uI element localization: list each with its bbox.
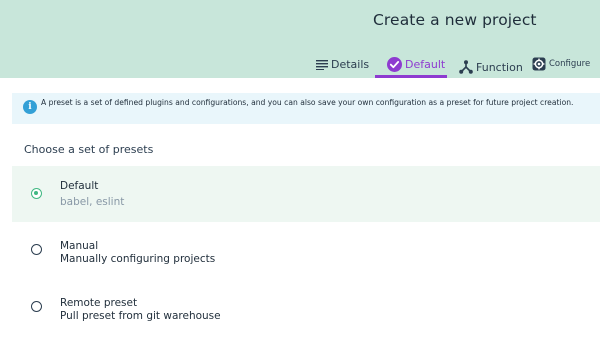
section-title: Choose a set of presets bbox=[24, 143, 154, 156]
tab-default-label: Default bbox=[405, 57, 446, 71]
tab-default[interactable]: Default bbox=[375, 52, 447, 76]
info-icon: i bbox=[23, 100, 37, 114]
preset-option-manual[interactable]: Manual Manually configuring projects bbox=[12, 228, 600, 284]
tab-configure-label: Configure bbox=[549, 59, 591, 69]
radio-button[interactable] bbox=[31, 188, 42, 199]
tab-details-label: Details bbox=[331, 57, 370, 71]
tab-function-label: Function bbox=[476, 60, 523, 74]
fork-icon bbox=[459, 60, 473, 74]
page-title: Create a new project bbox=[373, 11, 537, 29]
radio-button[interactable] bbox=[31, 244, 42, 255]
tab-configure[interactable]: Configure bbox=[532, 52, 590, 76]
tab-function[interactable]: Function bbox=[459, 55, 523, 79]
preset-option-remote[interactable]: Remote preset Pull preset from git wareh… bbox=[12, 284, 600, 340]
preset-description: babel, eslint bbox=[60, 196, 125, 208]
preset-name: Default bbox=[60, 180, 99, 192]
preset-name: Remote preset bbox=[60, 297, 138, 309]
gear-icon bbox=[532, 57, 546, 71]
active-tab-indicator bbox=[375, 75, 447, 78]
info-banner: i A preset is a set of defined plugins a… bbox=[12, 93, 600, 124]
preset-option-default[interactable]: Default babel, eslint bbox=[12, 166, 600, 222]
preset-description: Pull preset from git warehouse bbox=[60, 310, 221, 322]
info-text: A preset is a set of defined plugins and… bbox=[41, 98, 574, 107]
check-circle-icon bbox=[387, 56, 402, 72]
radio-button[interactable] bbox=[31, 301, 42, 312]
preset-description: Manually configuring projects bbox=[60, 253, 216, 265]
list-icon bbox=[316, 59, 328, 70]
page-header: Create a new project Details Default Fun… bbox=[0, 0, 600, 78]
tab-details[interactable]: Details bbox=[316, 52, 369, 76]
preset-name: Manual bbox=[60, 240, 99, 252]
